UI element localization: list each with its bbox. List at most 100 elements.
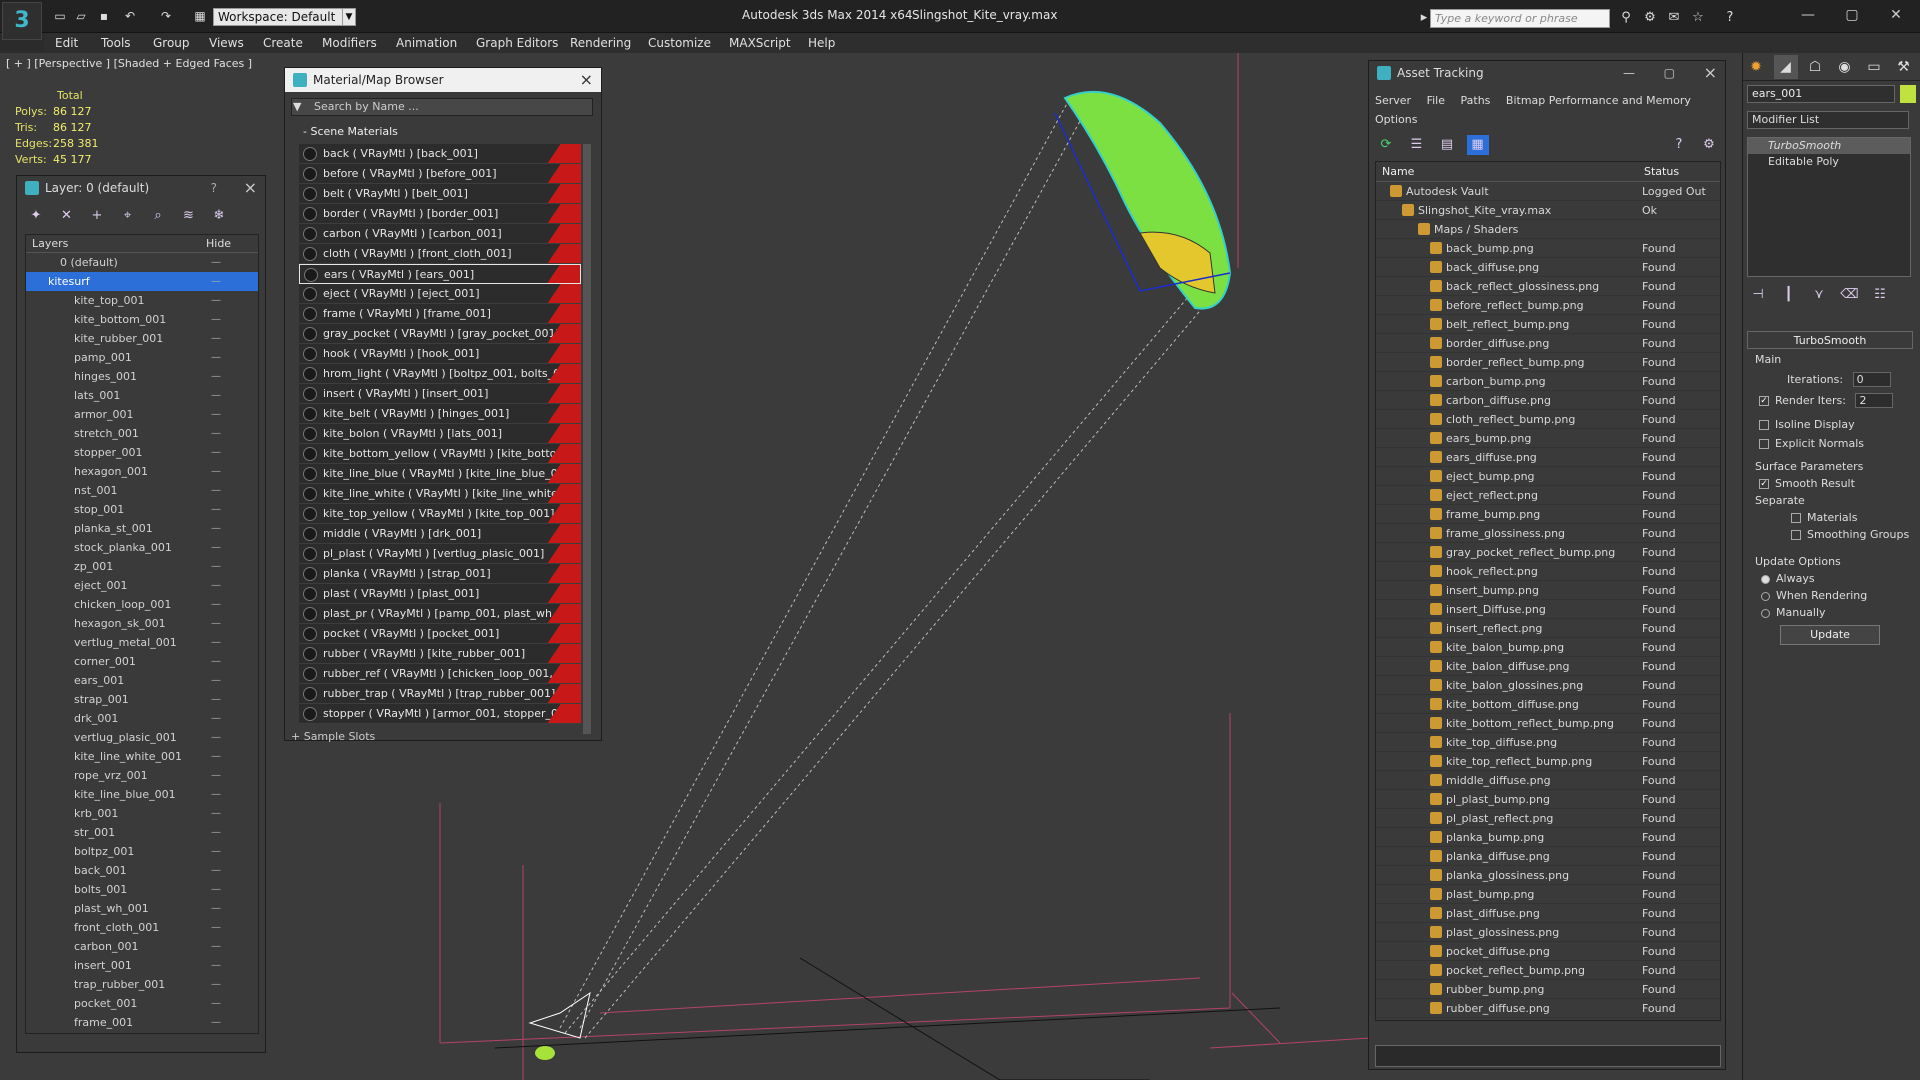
- material-row[interactable]: kite_line_blue ( VRayMtl ) [kite_line_bl…: [299, 464, 581, 484]
- menu-group[interactable]: Group: [153, 36, 190, 50]
- asset-row[interactable]: back_bump.png Found: [1376, 239, 1720, 258]
- subscription-icon[interactable]: ⚙: [1642, 10, 1658, 26]
- asset-row[interactable]: carbon_diffuse.png Found: [1376, 391, 1720, 410]
- show-end-result-icon[interactable]: ┃: [1778, 285, 1800, 305]
- hide-toggle-icon[interactable]: —: [211, 899, 221, 918]
- chevron-down-icon[interactable]: ▼: [342, 8, 356, 26]
- asset-row[interactable]: plast_bump.png Found: [1376, 885, 1720, 904]
- undo-icon[interactable]: ↶: [122, 9, 138, 23]
- layer-row[interactable]: pamp_001 —: [26, 348, 258, 367]
- material-row[interactable]: insert ( VRayMtl ) [insert_001]: [299, 384, 581, 404]
- menu-create[interactable]: Create: [263, 36, 303, 50]
- modifier-list-dropdown[interactable]: Modifier List: [1747, 111, 1909, 129]
- layer-row[interactable]: drk_001 —: [26, 709, 258, 728]
- maximize-icon[interactable]: ▢: [1664, 61, 1675, 85]
- layer-row[interactable]: hinges_001 —: [26, 367, 258, 386]
- asset-row[interactable]: hook_reflect.png Found: [1376, 562, 1720, 581]
- hide-toggle-icon[interactable]: —: [211, 804, 221, 823]
- asset-row[interactable]: cloth_reflect_bump.png Found: [1376, 410, 1720, 429]
- hierarchy-tab-icon[interactable]: ☖: [1803, 55, 1827, 79]
- binoculars-icon[interactable]: ⚲: [1618, 10, 1634, 26]
- minimize-icon[interactable]: —: [1798, 5, 1818, 25]
- display-tab-icon[interactable]: ▭: [1862, 55, 1886, 79]
- motion-tab-icon[interactable]: ◉: [1833, 55, 1857, 79]
- new-file-icon[interactable]: ▭: [52, 9, 68, 23]
- menu-maxscript[interactable]: MAXScript: [729, 36, 791, 50]
- menu-edit[interactable]: Edit: [55, 36, 78, 50]
- refresh-icon[interactable]: ⟳: [1375, 135, 1397, 155]
- layer-row[interactable]: krb_001 —: [26, 804, 258, 823]
- scene-materials-section[interactable]: - Scene Materials: [291, 124, 583, 140]
- asset-menu-options[interactable]: Options: [1375, 113, 1417, 126]
- asset-row[interactable]: planka_bump.png Found: [1376, 828, 1720, 847]
- asset-menu-paths[interactable]: Paths: [1461, 94, 1491, 107]
- layer-row[interactable]: kite_bottom_001 —: [26, 310, 258, 329]
- hide-toggle-icon[interactable]: —: [211, 462, 221, 481]
- turbosmooth-rollout-header[interactable]: TurboSmooth: [1747, 331, 1913, 349]
- layer-row[interactable]: back_001 —: [26, 861, 258, 880]
- layer-row[interactable]: kite_line_white_001 —: [26, 747, 258, 766]
- layer-row[interactable]: hexagon_sk_001 —: [26, 614, 258, 633]
- layer-row[interactable]: zp_001 —: [26, 557, 258, 576]
- viewport-label[interactable]: [ + ] [Perspective ] [Shaded + Edged Fac…: [6, 57, 252, 70]
- material-row[interactable]: kite_top_yellow ( VRayMtl ) [kite_top_00…: [299, 504, 581, 524]
- layer-row[interactable]: kite_rubber_001 —: [26, 329, 258, 348]
- open-file-icon[interactable]: ▱: [73, 9, 89, 23]
- menu-modifiers[interactable]: Modifiers: [322, 36, 377, 50]
- material-row[interactable]: plast ( VRayMtl ) [plast_001]: [299, 584, 581, 604]
- asset-row[interactable]: back_diffuse.png Found: [1376, 258, 1720, 277]
- asset-row[interactable]: frame_bump.png Found: [1376, 505, 1720, 524]
- material-row[interactable]: hook ( VRayMtl ) [hook_001]: [299, 344, 581, 364]
- hide-toggle-icon[interactable]: —: [211, 557, 221, 576]
- project-folder-icon[interactable]: ▦: [192, 9, 208, 23]
- layer-row[interactable]: chicken_loop_001 —: [26, 595, 258, 614]
- material-row[interactable]: border ( VRayMtl ) [border_001]: [299, 204, 581, 224]
- layer-row[interactable]: trap_rubber_001 —: [26, 975, 258, 994]
- asset-row[interactable]: frame_glossiness.png Found: [1376, 524, 1720, 543]
- asset-row[interactable]: rubber_bump.png Found: [1376, 980, 1720, 999]
- material-search-input[interactable]: Search by Name ...: [291, 98, 593, 116]
- material-row[interactable]: rubber_trap ( VRayMtl ) [trap_rubber_001…: [299, 684, 581, 704]
- asset-row[interactable]: pocket_reflect_bump.png Found: [1376, 961, 1720, 980]
- stack-item-turbosmooth[interactable]: TurboSmooth: [1748, 138, 1910, 154]
- hide-toggle-icon[interactable]: —: [211, 272, 221, 291]
- material-row[interactable]: carbon ( VRayMtl ) [carbon_001]: [299, 224, 581, 244]
- hide-toggle-icon[interactable]: —: [211, 253, 221, 272]
- favorites-star-icon[interactable]: ☆: [1690, 10, 1706, 26]
- asset-row[interactable]: insert_bump.png Found: [1376, 581, 1720, 600]
- asset-row[interactable]: kite_bottom_diffuse.png Found: [1376, 695, 1720, 714]
- menu-rendering[interactable]: Rendering: [570, 36, 631, 50]
- asset-row[interactable]: planka_glossiness.png Found: [1376, 866, 1720, 885]
- hide-toggle-icon[interactable]: —: [211, 880, 221, 899]
- asset-row[interactable]: kite_balon_glossines.png Found: [1376, 676, 1720, 695]
- asset-row[interactable]: plast_glossiness.png Found: [1376, 923, 1720, 942]
- asset-row[interactable]: pocket_diffuse.png Found: [1376, 942, 1720, 961]
- asset-row[interactable]: border_reflect_bump.png Found: [1376, 353, 1720, 372]
- asset-row[interactable]: back_reflect_glossiness.png Found: [1376, 277, 1720, 296]
- hide-toggle-icon[interactable]: —: [211, 994, 221, 1013]
- asset-menu-server[interactable]: Server: [1375, 94, 1411, 107]
- sample-slots-section[interactable]: + Sample Slots: [291, 730, 375, 743]
- layer-row[interactable]: kite_top_001 —: [26, 291, 258, 310]
- thumbnail-view-icon[interactable]: ▤: [1436, 135, 1458, 155]
- hide-toggle-icon[interactable]: —: [211, 766, 221, 785]
- layer-row[interactable]: kitesurf —: [26, 272, 258, 291]
- asset-row[interactable]: pl_plast_bump.png Found: [1376, 790, 1720, 809]
- configure-sets-icon[interactable]: ☷: [1869, 285, 1891, 305]
- layer-row[interactable]: str_001 —: [26, 823, 258, 842]
- layer-row[interactable]: frame_001 —: [26, 1013, 258, 1032]
- material-row[interactable]: planka ( VRayMtl ) [strap_001]: [299, 564, 581, 584]
- material-row[interactable]: rubber_ref ( VRayMtl ) [chicken_loop_001…: [299, 664, 581, 684]
- material-row[interactable]: kite_bolon ( VRayMtl ) [lats_001]: [299, 424, 581, 444]
- list-view-icon[interactable]: ☰: [1406, 135, 1428, 155]
- asset-row[interactable]: rubber_diffuse.png Found: [1376, 999, 1720, 1018]
- table-view-icon[interactable]: ▦: [1466, 135, 1489, 155]
- settings-icon[interactable]: ⚙: [1698, 135, 1720, 155]
- hide-toggle-icon[interactable]: —: [211, 386, 221, 405]
- make-unique-icon[interactable]: ⋎: [1808, 285, 1830, 305]
- hide-toggle-icon[interactable]: —: [211, 443, 221, 462]
- options-arrow-icon[interactable]: ▼: [293, 100, 301, 113]
- update-button[interactable]: Update: [1780, 625, 1880, 645]
- hide-toggle-icon[interactable]: —: [211, 937, 221, 956]
- create-layer-icon[interactable]: ✦: [25, 206, 47, 226]
